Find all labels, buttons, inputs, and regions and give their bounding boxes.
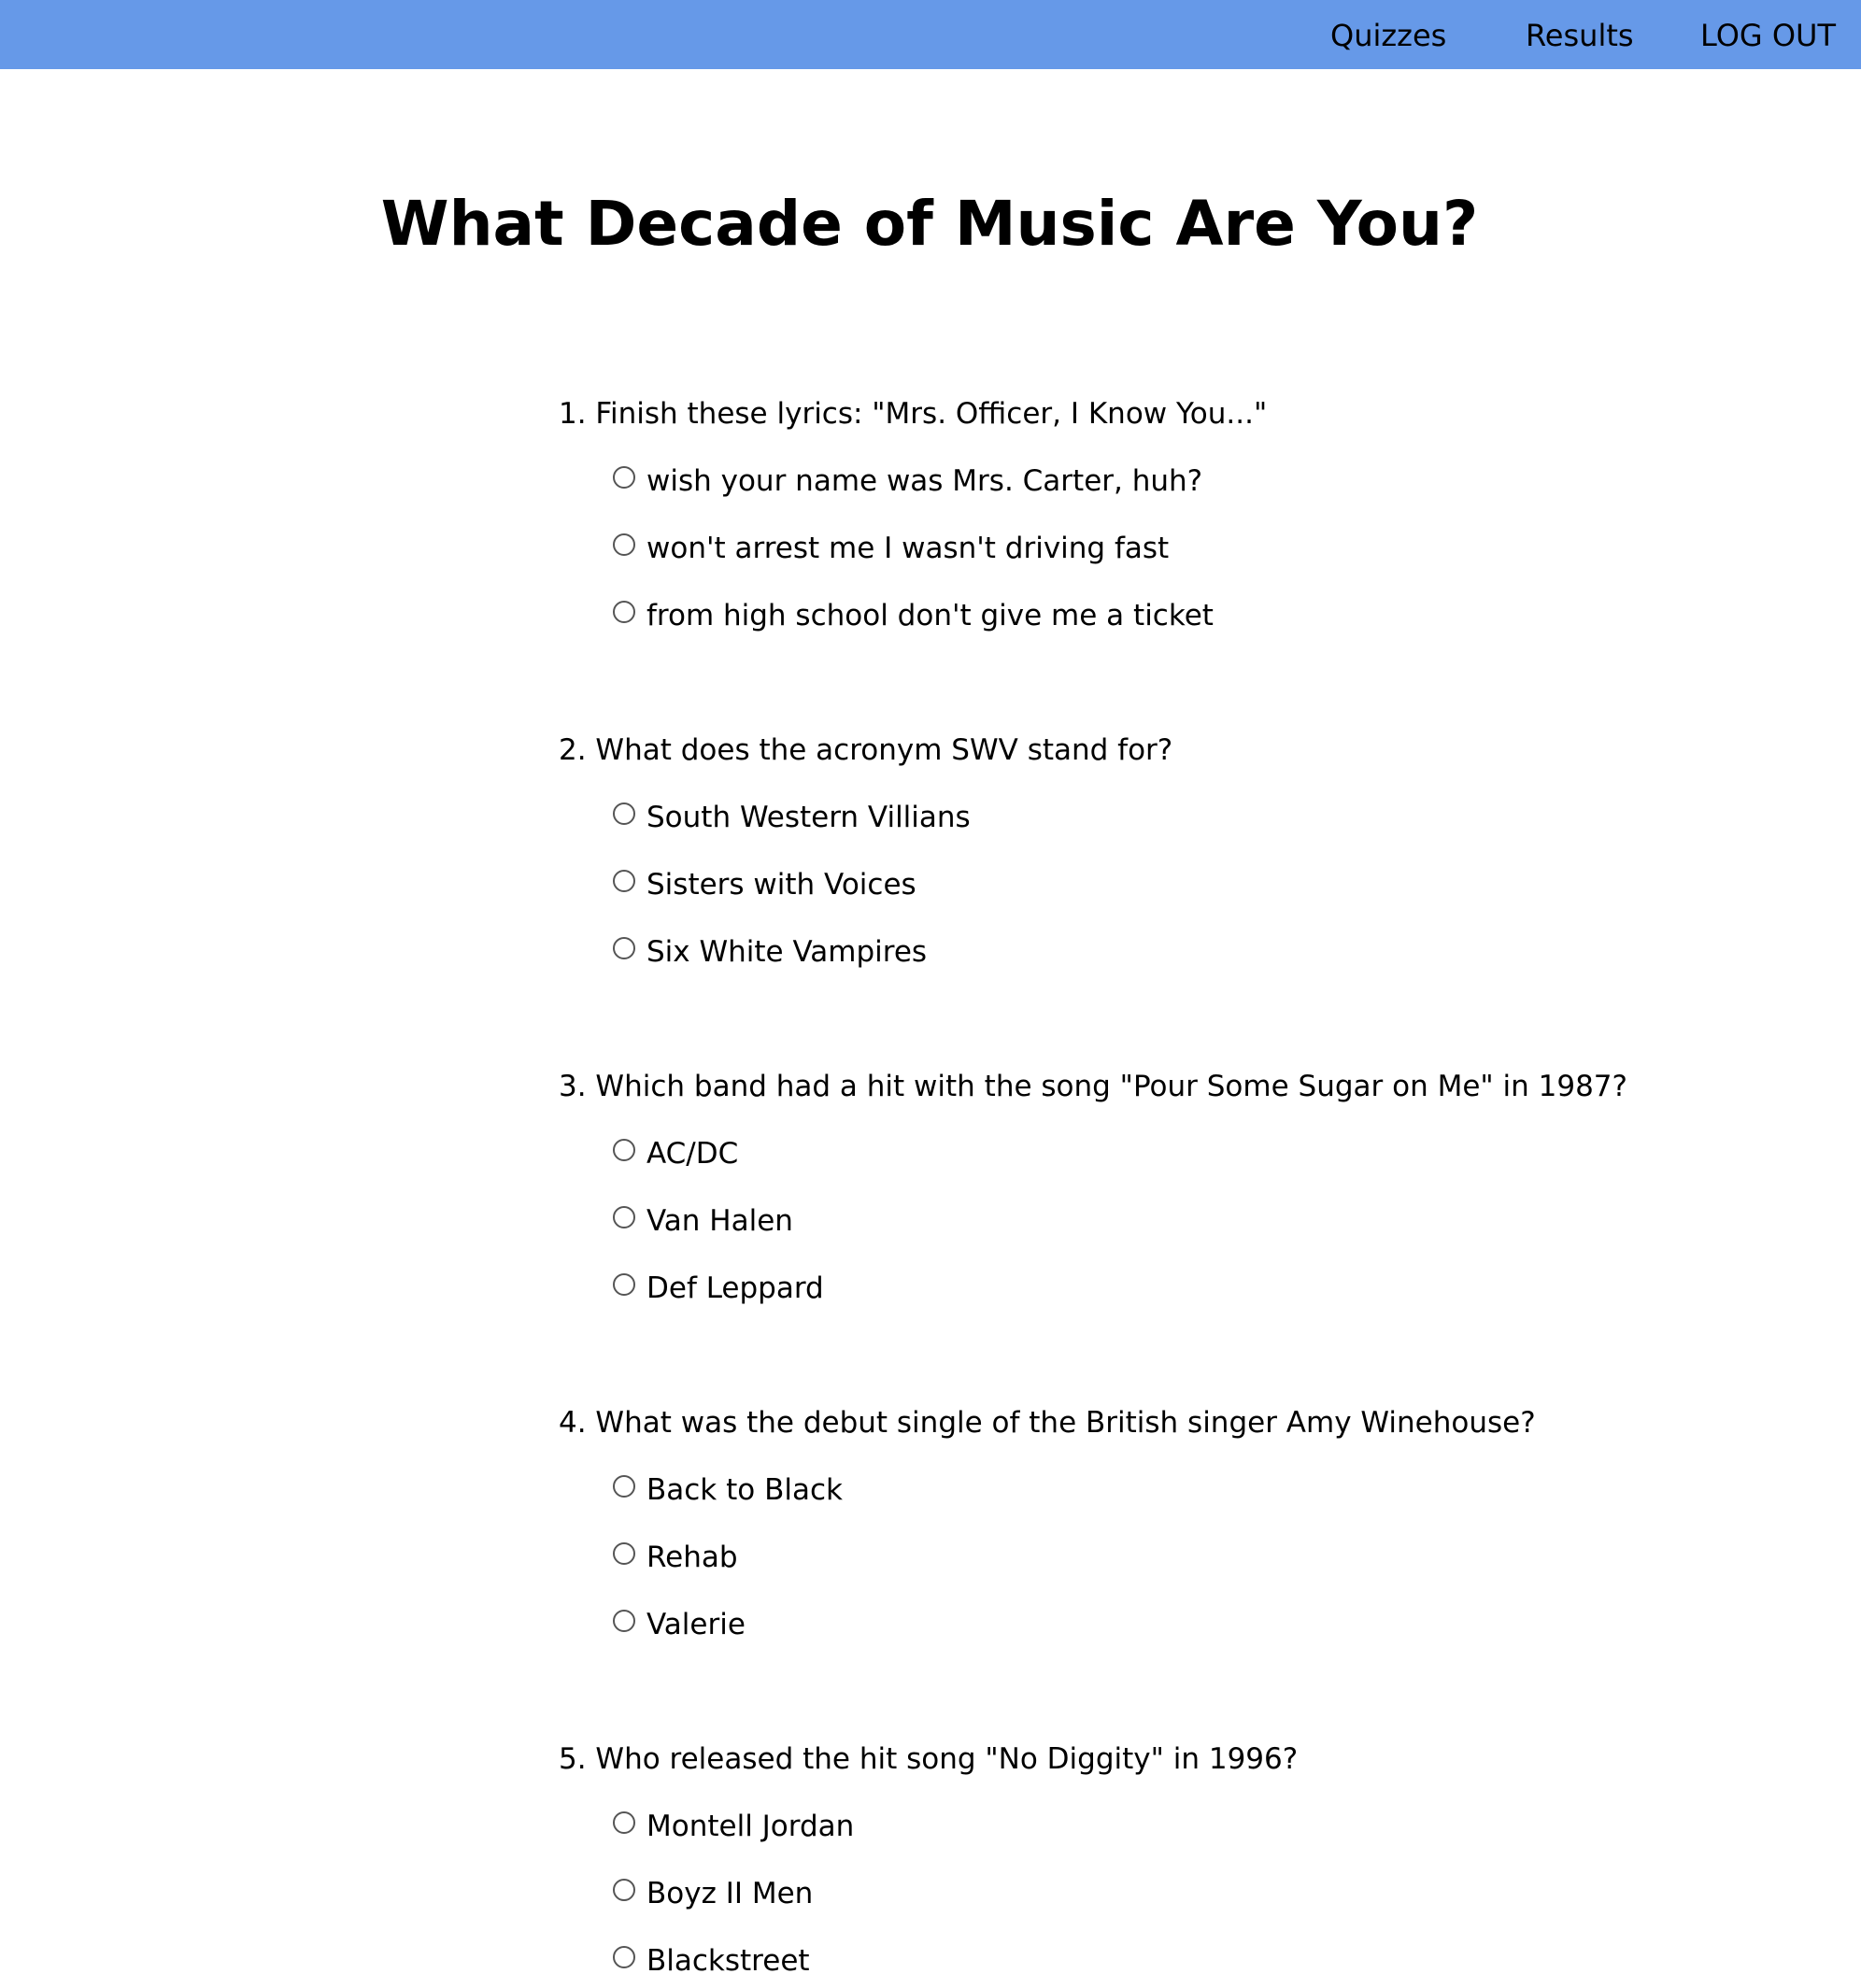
answer-option[interactable]: Sisters with Voices <box>613 866 916 903</box>
answer-option[interactable]: Blackstreet <box>613 1942 810 1980</box>
question-text: 5. Who released the hit song "No Diggity… <box>559 1742 1299 1776</box>
radio-button[interactable] <box>613 1542 635 1565</box>
radio-button[interactable] <box>613 1475 635 1498</box>
question-text: 4. What was the debut single of the Brit… <box>559 1406 1536 1440</box>
page-title-text: What Decade of Music Are You? <box>380 188 1479 260</box>
answer-label: Blackstreet <box>646 1944 810 1978</box>
radio-button[interactable] <box>613 1946 635 1968</box>
answer-option[interactable]: from high school don't give me a ticket <box>613 597 1214 634</box>
answer-option[interactable]: Rehab <box>613 1539 738 1576</box>
answer-label: Montell Jordan <box>646 1810 855 1843</box>
answer-label: Sisters with Voices <box>646 868 916 902</box>
radio-button[interactable] <box>613 802 635 825</box>
question-text: 3. Which band had a hit with the song "P… <box>559 1070 1627 1103</box>
answer-option[interactable]: Montell Jordan <box>613 1808 854 1845</box>
radio-button[interactable] <box>613 1811 635 1834</box>
answer-label: Boyz II Men <box>646 1877 814 1910</box>
answer-option[interactable]: Valerie <box>613 1606 746 1643</box>
answer-label: Six White Vampires <box>646 935 928 969</box>
answer-label: from high school don't give me a ticket <box>646 599 1214 632</box>
answer-label: Valerie <box>646 1608 746 1641</box>
answer-label: Rehab <box>646 1541 738 1574</box>
radio-button[interactable] <box>613 937 635 959</box>
answer-option[interactable]: won't arrest me I wasn't driving fast <box>613 530 1169 567</box>
answer-option[interactable]: Van Halen <box>613 1202 793 1240</box>
radio-button[interactable] <box>613 533 635 556</box>
answer-label: wish your name was Mrs. Carter, huh? <box>646 464 1203 498</box>
radio-button[interactable] <box>613 1139 635 1161</box>
answer-option[interactable]: Boyz II Men <box>613 1875 813 1912</box>
answer-label: AC/DC <box>646 1137 739 1171</box>
answer-option[interactable]: wish your name was Mrs. Carter, huh? <box>613 462 1202 500</box>
nav-results-link[interactable]: Results <box>1526 0 1634 69</box>
top-nav-bar: Quizzes Results LOG OUT <box>0 0 1861 69</box>
answer-label: South Western Villians <box>646 801 971 834</box>
question-text: 1. Finish these lyrics: "Mrs. Officer, I… <box>559 397 1268 431</box>
logout-link[interactable]: LOG OUT <box>1700 0 1836 69</box>
answer-label: Back to Black <box>646 1473 843 1507</box>
radio-button[interactable] <box>613 601 635 623</box>
radio-button[interactable] <box>613 1610 635 1632</box>
answer-option[interactable]: South Western Villians <box>613 799 971 836</box>
radio-button[interactable] <box>613 1206 635 1228</box>
answer-label: won't arrest me I wasn't driving fast <box>646 532 1170 565</box>
radio-button[interactable] <box>613 466 635 489</box>
radio-button[interactable] <box>613 870 635 892</box>
page-title: What Decade of Music Are You? <box>0 182 1861 266</box>
nav-quizzes-link[interactable]: Quizzes <box>1330 0 1446 69</box>
radio-button[interactable] <box>613 1879 635 1901</box>
question-text: 2. What does the acronym SWV stand for? <box>559 733 1173 767</box>
answer-option[interactable]: Six White Vampires <box>613 933 927 971</box>
answer-option[interactable]: Def Leppard <box>613 1270 824 1307</box>
answer-label: Van Halen <box>646 1204 793 1238</box>
radio-button[interactable] <box>613 1273 635 1296</box>
answer-option[interactable]: Back to Black <box>613 1471 843 1509</box>
answer-option[interactable]: AC/DC <box>613 1135 738 1172</box>
answer-label: Def Leppard <box>646 1271 824 1305</box>
